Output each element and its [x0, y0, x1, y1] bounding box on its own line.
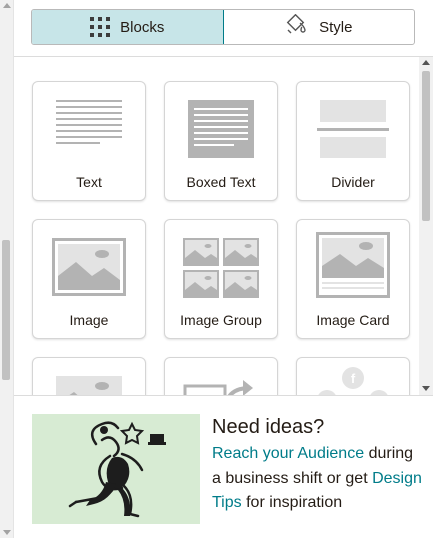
tab-style[interactable]: Style: [224, 10, 415, 44]
share-arrow-icon: [183, 380, 253, 395]
bottom-divider: [14, 395, 433, 396]
social-follow-icon: f: [318, 367, 388, 395]
tab-blocks[interactable]: Blocks: [32, 10, 224, 44]
scroll-down-arrow-icon[interactable]: [3, 530, 11, 535]
block-image-card[interactable]: Image Card: [296, 219, 410, 339]
scroll-up-arrow-icon[interactable]: [422, 60, 430, 65]
block-label: Divider: [331, 174, 375, 190]
ideas-title: Need ideas?: [212, 416, 325, 438]
page-scrollbar[interactable]: [0, 0, 14, 538]
block-label: Text: [76, 174, 102, 190]
blocks-grid: Text Boxed Text Divider Image Image Grou…: [32, 81, 410, 395]
tab-blocks-label: Blocks: [120, 18, 165, 36]
block-label: Image: [69, 312, 109, 328]
image-group-block-icon: [183, 238, 259, 298]
panel-tabs: Blocks Style: [31, 9, 415, 45]
juggler-illustration-icon: [68, 421, 166, 518]
tab-style-label: Style: [319, 18, 353, 36]
block-image[interactable]: Image: [32, 219, 146, 339]
block-partial-share[interactable]: [164, 357, 278, 395]
block-label: Boxed Text: [186, 174, 256, 190]
reach-audience-link[interactable]: Reach your Audience: [212, 445, 364, 462]
paint-bucket-icon: [285, 13, 309, 40]
grid-icon: [90, 17, 111, 37]
divider-block-icon: [317, 100, 389, 158]
blocks-scroll-area: Text Boxed Text Divider Image Image Grou…: [14, 57, 433, 395]
image-card-block-icon: [316, 232, 390, 298]
image-icon: [56, 376, 122, 395]
ideas-text-2: for inspiration: [246, 494, 343, 511]
text-block-icon: [56, 100, 122, 144]
block-text[interactable]: Text: [32, 81, 146, 201]
block-divider[interactable]: Divider: [296, 81, 410, 201]
page-scrollbar-thumb[interactable]: [2, 240, 10, 380]
boxed-text-block-icon: [188, 100, 254, 158]
ideas-panel: Need ideas? Reach your Audience during a…: [212, 414, 422, 516]
block-partial-social[interactable]: f: [296, 357, 410, 395]
image-block-icon: [52, 238, 126, 296]
block-label: Image Card: [316, 312, 390, 328]
ideas-illustration: [32, 414, 200, 524]
scroll-down-arrow-icon[interactable]: [422, 386, 430, 391]
block-label: Image Group: [180, 312, 262, 328]
blocks-scrollbar[interactable]: [419, 57, 433, 395]
block-boxed-text[interactable]: Boxed Text: [164, 81, 278, 201]
block-image-group[interactable]: Image Group: [164, 219, 278, 339]
blocks-scrollbar-thumb[interactable]: [422, 71, 430, 221]
block-partial-image[interactable]: [32, 357, 146, 395]
scroll-up-arrow-icon[interactable]: [3, 3, 11, 8]
svg-text:f: f: [351, 371, 356, 386]
